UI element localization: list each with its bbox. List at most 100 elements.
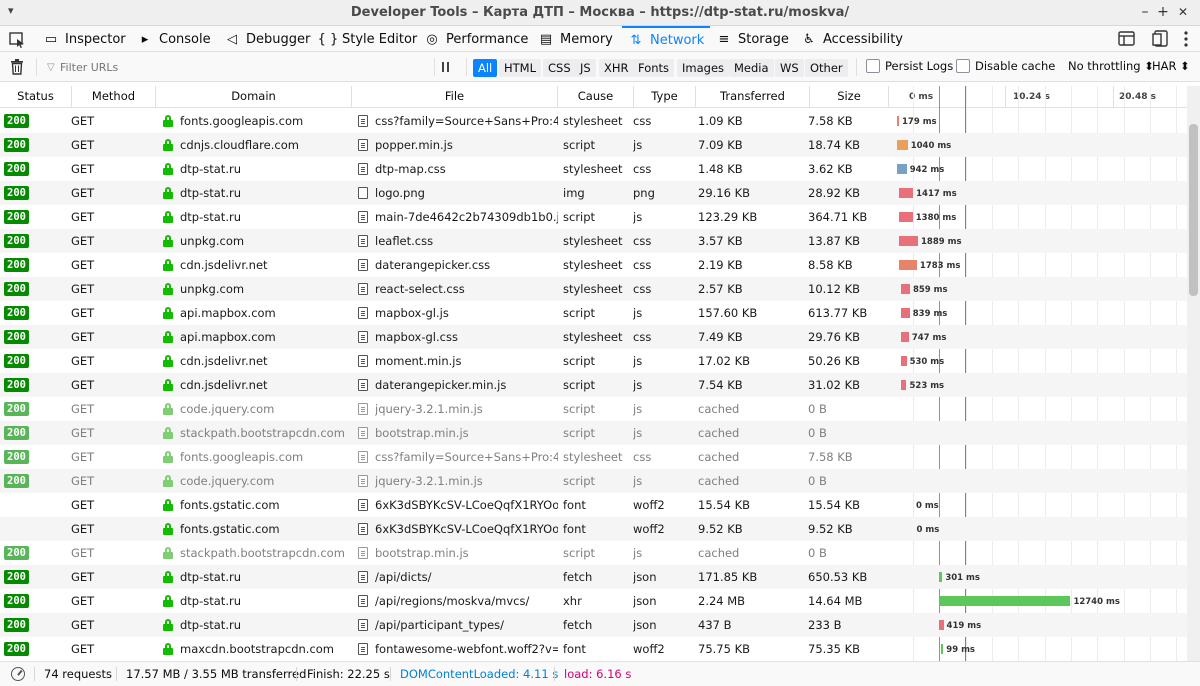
maximize-icon[interactable]: +	[1154, 3, 1172, 21]
scrollbar-thumb[interactable]	[1189, 124, 1198, 296]
request-list[interactable]: 200 GET fonts.googleapis.com css?family=Sou…	[0, 109, 1187, 661]
type-cell: js	[633, 306, 643, 320]
tab-label: Performance	[446, 31, 529, 47]
method-cell: GET	[71, 426, 95, 440]
waterfall-bar	[939, 572, 943, 582]
disable-cache-checkbox[interactable]: Disable cache	[956, 59, 1055, 73]
filter-type-fonts[interactable]: Fonts	[633, 59, 675, 77]
persist-logs-box[interactable]	[866, 59, 880, 73]
size-cell: 28.92 KB	[808, 186, 861, 200]
type-cell: js	[633, 546, 643, 560]
request-list-header: Status Method Domain File Cause Type Tra…	[0, 86, 1187, 108]
table-row[interactable]: 200 GET cdn.jsdelivr.net daterangepicker.mi…	[0, 373, 1187, 397]
filter-type-images[interactable]: Images	[677, 59, 730, 77]
tab-memory[interactable]: ▤ Memory	[532, 26, 619, 52]
column-method[interactable]: Method	[72, 86, 156, 108]
table-row[interactable]: 200 GET unpkg.com react-select.css styleshee…	[0, 277, 1187, 301]
transferred-cell: 7.54 KB	[698, 378, 743, 392]
table-row[interactable]: 200 GET unpkg.com leaflet.css stylesheet css 3…	[0, 229, 1187, 253]
domain-cell: code.jquery.com	[180, 402, 275, 416]
table-row[interactable]: 200 GET api.mapbox.com mapbox-gl.js script js…	[0, 301, 1187, 325]
tab-storage[interactable]: ≡ Storage	[710, 26, 795, 52]
table-row[interactable]: 200 GET code.jquery.com jquery-3.2.1.min.js…	[0, 469, 1187, 493]
column-file[interactable]: File	[352, 86, 558, 108]
column-size[interactable]: Size	[810, 86, 889, 108]
close-icon[interactable]: ✕	[1174, 3, 1192, 21]
column-cause[interactable]: Cause	[558, 86, 634, 108]
secure-lock-icon	[163, 643, 173, 655]
performance-analysis-icon[interactable]	[11, 667, 25, 681]
table-row[interactable]: 200 GET dtp-stat.ru/api/regions/moskva/mvc…	[0, 589, 1187, 613]
tab-network[interactable]: ⇅ Network	[622, 26, 711, 52]
element-picker-icon[interactable]	[6, 29, 28, 49]
tab-inspector[interactable]: ▭ Inspector	[37, 26, 132, 52]
column-status[interactable]: Status	[0, 86, 72, 108]
table-row[interactable]: 200 GET fonts.googleapis.com css?family=Sou…	[0, 109, 1187, 133]
table-row[interactable]: 200 GET cdn.jsdelivr.net moment.min.js scrip…	[0, 349, 1187, 373]
filter-type-xhr[interactable]: XHR	[599, 59, 634, 77]
tab-performance[interactable]: ◎ Performance	[418, 26, 534, 52]
table-row[interactable]: 200 GET maxcdn.bootstrapcdn.com fontawesome…	[0, 637, 1187, 661]
table-row[interactable]: 200 GET cdn.jsdelivr.net daterangepicker.cs…	[0, 253, 1187, 277]
filter-type-css[interactable]: CSS	[543, 59, 576, 77]
file-cell: fontawesome-webfont.woff2?v=...	[375, 642, 558, 656]
filter-type-ws[interactable]: WS	[775, 59, 804, 77]
status-badge: 200	[4, 642, 29, 656]
table-row[interactable]: 200 GET cdnjs.cloudflare.com popper.min.js s…	[0, 133, 1187, 157]
throttling-select[interactable]: No throttling ⬍	[1068, 59, 1154, 73]
method-cell: GET	[71, 210, 95, 224]
filter-type-js[interactable]: JS	[575, 59, 596, 77]
table-row[interactable]: 200 GET dtp-stat.ru/api/dicts/fetch json 171…	[0, 565, 1187, 589]
tab-style-editor[interactable]: { } Style Editor	[314, 26, 423, 52]
table-row[interactable]: GET fonts.gstatic.com 6xK3dSBYKcSV-LCoeQqf…	[0, 493, 1187, 517]
size-cell: 8.58 KB	[808, 258, 853, 272]
table-row[interactable]: 200 GET api.mapbox.com mapbox-gl.css stylesh…	[0, 325, 1187, 349]
table-row[interactable]: 200 GET dtp-stat.ru/api/participant_types/…	[0, 613, 1187, 637]
filter-type-html[interactable]: HTML	[499, 59, 542, 77]
waterfall-time-label: 12740 ms	[1073, 597, 1120, 607]
persist-logs-checkbox[interactable]: Persist Logs	[866, 59, 953, 73]
column-waterfall[interactable]: 0 ms 10.24 s 20.48 s	[889, 86, 1187, 108]
table-row[interactable]: 200 GET stackpath.bootstrapcdn.com bootstra…	[0, 541, 1187, 565]
table-row[interactable]: 200 GET dtp-stat.ru main-7de4642c2b74309db1…	[0, 205, 1187, 229]
pause-recording-icon[interactable]	[440, 60, 452, 74]
waterfall-bar	[897, 164, 907, 174]
transferred-cell: cached	[698, 474, 740, 488]
secure-lock-icon	[163, 307, 173, 319]
disable-cache-box[interactable]	[956, 59, 970, 73]
secure-lock-icon	[163, 475, 173, 487]
table-row[interactable]: 200 GET dtp-stat.ru logo.png img png 29.16 KB 2…	[0, 181, 1187, 205]
file-cell: moment.min.js	[375, 354, 462, 368]
performance-icon: ◎	[426, 31, 438, 47]
file-cell: jquery-3.2.1.min.js	[375, 474, 483, 488]
memory-icon: ▤	[539, 31, 553, 47]
tab-debugger[interactable]: ◁ Debugger	[218, 26, 316, 52]
domain-cell: maxcdn.bootstrapcdn.com	[180, 642, 335, 656]
filter-urls-input[interactable]	[40, 57, 430, 77]
minimize-icon[interactable]: –	[1136, 3, 1154, 21]
filter-type-media[interactable]: Media	[729, 59, 774, 77]
filter-type-all[interactable]: All	[473, 59, 498, 77]
waterfall-time-label: 179 ms	[902, 117, 937, 127]
table-row[interactable]: 200 GET dtp-stat.ru dtp-map.css stylesheet cs…	[0, 157, 1187, 181]
status-badge: 200	[4, 450, 29, 464]
column-domain[interactable]: Domain	[156, 86, 352, 108]
har-menu-button[interactable]: HAR ⬍	[1152, 59, 1190, 73]
column-type[interactable]: Type	[634, 86, 696, 108]
table-row[interactable]: 200 GET code.jquery.com jquery-3.2.1.min.js…	[0, 397, 1187, 421]
tab-console[interactable]: ▸ Console	[131, 26, 217, 52]
filter-type-other[interactable]: Other	[805, 59, 848, 77]
dock-side-icon[interactable]	[1116, 30, 1138, 48]
tab-accessibility[interactable]: ♿ Accessibility	[795, 26, 909, 52]
size-cell: 0 B	[808, 546, 827, 560]
waterfall-bar	[941, 644, 944, 654]
request-list-scrollbar[interactable]	[1187, 86, 1200, 661]
table-row[interactable]: 200 GET stackpath.bootstrapcdn.com bootstra…	[0, 421, 1187, 445]
method-cell: GET	[71, 402, 95, 416]
clear-trash-icon[interactable]	[10, 59, 24, 75]
more-options-icon[interactable]	[1175, 30, 1197, 48]
table-row[interactable]: GET fonts.gstatic.com 6xK3dSBYKcSV-LCoeQqf…	[0, 517, 1187, 541]
column-transferred[interactable]: Transferred	[696, 86, 810, 108]
split-console-icon[interactable]	[1150, 30, 1172, 48]
table-row[interactable]: 200 GET fonts.googleapis.com css?family=Sou…	[0, 445, 1187, 469]
